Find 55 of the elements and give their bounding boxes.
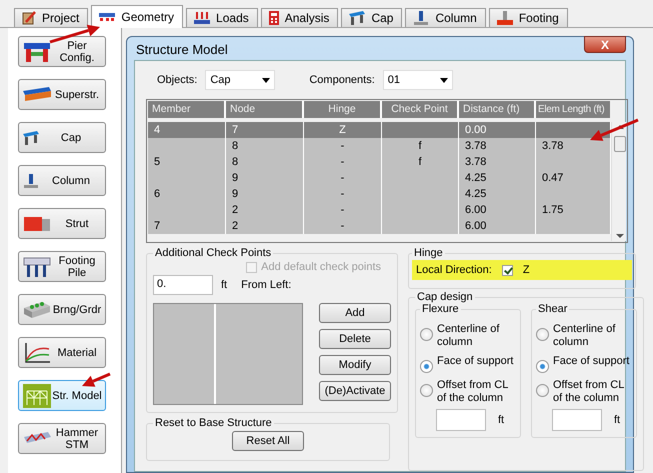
unit-label: ft xyxy=(498,414,504,426)
table-row[interactable]: 9 - 4.25 0.47 xyxy=(148,170,611,186)
table-row[interactable]: 2 - 6.00 1.75 xyxy=(148,202,611,218)
components-dropdown[interactable]: 01 xyxy=(382,70,453,90)
sidebar-button[interactable]: Superstr. xyxy=(18,79,106,110)
table-row[interactable]: 4 7 Z 0.00 xyxy=(148,122,611,138)
table-row[interactable]: 6 9 - 4.25 xyxy=(148,186,611,202)
sidebar-button[interactable]: Brng/Grdr xyxy=(18,294,106,325)
unit-label: ft xyxy=(614,414,620,426)
reset-all-button[interactable]: Reset All xyxy=(232,431,304,451)
option-label: Offset from CL of the column xyxy=(437,379,509,405)
action-button[interactable]: Add xyxy=(319,303,391,323)
tab[interactable]: Cap xyxy=(341,8,402,27)
group-title: Shear xyxy=(537,303,568,315)
sidebar-button[interactable]: Material xyxy=(18,337,106,368)
option-label: Offset from CL of the column xyxy=(553,379,625,405)
action-button[interactable]: Modify xyxy=(319,355,391,375)
option-label: Centerline of column xyxy=(553,323,616,349)
table-row[interactable]: 7 2 - 6.00 xyxy=(148,218,611,234)
distance-field[interactable]: 0. xyxy=(153,275,213,295)
group-title: Cap design xyxy=(416,291,474,303)
group-title: Flexure xyxy=(421,303,460,315)
objects-dropdown[interactable]: Cap xyxy=(205,70,276,90)
sidebar-button[interactable]: Cap xyxy=(18,122,106,153)
table-row[interactable]: 5 8 - f 3.78 xyxy=(148,154,611,170)
sidebar-button[interactable]: Hammer STM xyxy=(18,423,106,454)
tab[interactable]: Geometry xyxy=(91,5,184,28)
window-title: Structure Model xyxy=(135,41,228,57)
tab[interactable]: Project xyxy=(14,8,88,27)
action-button[interactable]: Delete xyxy=(319,329,391,349)
direction-label: Z xyxy=(522,264,530,276)
option-label: Face of support xyxy=(437,355,514,368)
tab[interactable]: Column xyxy=(405,8,486,27)
sidebar-button[interactable]: Str. Model xyxy=(18,380,106,411)
components-label: Components: xyxy=(309,74,375,86)
sidebar-button[interactable]: Column xyxy=(18,165,106,196)
action-button[interactable]: (De)Activate xyxy=(319,381,391,401)
tab[interactable]: Loads xyxy=(186,8,258,27)
sidebar-button[interactable]: Strut xyxy=(18,208,106,239)
close-button[interactable]: X xyxy=(584,36,626,53)
table-row[interactable]: 8 - f 3.78 3.78 xyxy=(148,138,611,154)
group-title: Additional Check Points xyxy=(154,247,272,259)
checkbox-label: Add default check points xyxy=(261,261,381,273)
objects-label: Objects: xyxy=(157,74,198,86)
unit-label: ft xyxy=(221,279,228,291)
option-label: Face of support xyxy=(553,355,630,368)
sidebar-button[interactable]: Pier Config. xyxy=(18,36,106,67)
sidebar-button[interactable]: Footing Pile xyxy=(18,251,106,282)
option-label: Centerline of column xyxy=(437,323,500,349)
local-direction-label: Local Direction: xyxy=(416,264,492,276)
from-left-label: From Left: xyxy=(241,279,292,291)
tab[interactable]: Footing xyxy=(488,8,568,27)
tab[interactable]: Analysis xyxy=(260,8,338,27)
group-title: Hinge xyxy=(413,247,444,259)
group-title: Reset to Base Structure xyxy=(154,417,273,429)
